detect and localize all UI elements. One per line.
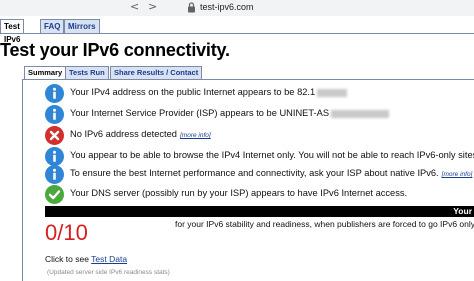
result-row-dns: Your DNS server (possibly run by your IS… <box>45 185 474 205</box>
tab-summary[interactable]: Summary <box>24 66 67 79</box>
result-text: No IPv6 address detected [more info] <box>70 129 211 139</box>
info-icon <box>45 84 64 103</box>
result-row-ask-isp: To ensure the best Internet performance … <box>45 165 474 185</box>
readiness-score: 0/10 <box>45 220 88 245</box>
tab-tests-run[interactable]: Tests Run <box>65 66 109 79</box>
tabs-divider <box>0 33 474 34</box>
tab-test-ipv6[interactable]: Test IPv6 <box>0 19 25 44</box>
result-text: Your Internet Service Provider (ISP) app… <box>70 108 390 118</box>
result-row-isp: Your Internet Service Provider (ISP) app… <box>45 105 474 125</box>
result-text: Your DNS server (possibly run by your IS… <box>70 188 408 198</box>
result-text: Your IPv4 address on the public Internet… <box>70 87 348 97</box>
back-arrow-icon[interactable]: < <box>130 1 139 13</box>
page-title: Test your IPv6 connectivity. <box>0 40 230 60</box>
redacted-isp <box>331 109 390 118</box>
score-header-text: Your <box>453 206 472 216</box>
more-info-link[interactable]: [more info] <box>442 171 473 178</box>
redacted-ip <box>317 88 348 97</box>
test-data-link[interactable]: Test Data <box>91 254 127 264</box>
result-row-ipv4-only: You appear to be able to browse the IPv4… <box>45 147 474 167</box>
result-row-ipv4: Your IPv4 address on the public Internet… <box>45 84 474 104</box>
error-icon <box>45 126 64 145</box>
info-icon <box>45 105 64 124</box>
lock-icon[interactable] <box>187 2 196 13</box>
forward-arrow-icon[interactable]: > <box>148 1 157 13</box>
address-bar-url[interactable]: test-ipv6.com <box>200 2 254 12</box>
result-text: To ensure the best Internet performance … <box>70 168 473 178</box>
more-info-link[interactable]: [more info] <box>180 132 211 139</box>
score-description: for your IPv6 stability and readiness, w… <box>175 219 474 229</box>
info-icon <box>45 147 64 166</box>
info-icon <box>45 165 64 184</box>
browser-toolbar: < > test-ipv6.com <box>0 0 474 16</box>
result-text: You appear to be able to browse the IPv4… <box>70 150 474 160</box>
tab-share-results[interactable]: Share Results / Contact <box>110 66 203 79</box>
tab-mirrors[interactable]: Mirrors <box>64 19 100 33</box>
tab-faq[interactable]: FAQ <box>40 19 65 33</box>
updated-note: (Updated server side IPv6 readiness stat… <box>47 269 170 276</box>
check-icon <box>45 185 64 204</box>
test-data-line: Click to see Test Data <box>45 254 128 264</box>
result-row-no-ipv6: No IPv6 address detected [more info] <box>45 126 474 146</box>
score-header-bar: Your <box>45 206 474 217</box>
